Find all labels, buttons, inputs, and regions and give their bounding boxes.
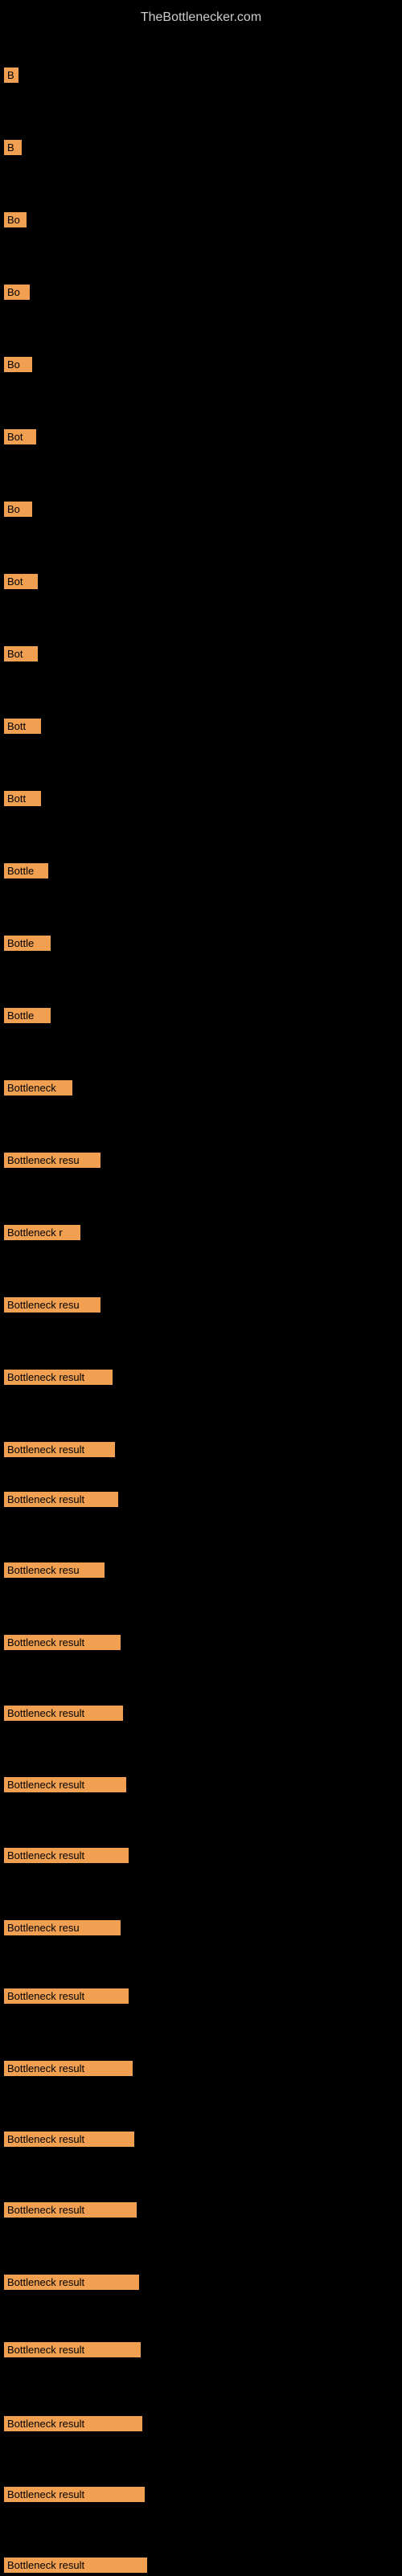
list-item: B	[4, 64, 18, 86]
bottleneck-label: Bottleneck result	[4, 2416, 142, 2431]
bottleneck-label: Bo	[4, 502, 32, 517]
bottleneck-label: Bottleneck result	[4, 1988, 129, 2004]
bottleneck-label: Bottleneck result	[4, 2487, 145, 2502]
bottleneck-label: Bo	[4, 212, 27, 227]
bottleneck-label: Bottleneck result	[4, 1848, 129, 1863]
list-item: Bottleneck result	[4, 1845, 129, 1866]
bottleneck-label: Bo	[4, 285, 30, 300]
list-item: Bottleneck result	[4, 2484, 145, 2505]
list-item: Bot	[4, 426, 36, 448]
bottleneck-label: Bottleneck result	[4, 2061, 133, 2076]
list-item: Bottleneck resu	[4, 1149, 100, 1171]
bottleneck-label: Bottleneck resu	[4, 1562, 105, 1578]
bottleneck-label: Bottleneck result	[4, 1442, 115, 1457]
list-item: Bo	[4, 281, 30, 303]
list-item: Bottleneck result	[4, 1489, 118, 1510]
list-item: Bo	[4, 498, 32, 520]
site-title: TheBottlenecker.com	[0, 4, 402, 31]
list-item: Bottleneck result	[4, 1774, 126, 1796]
list-item: Bottleneck result	[4, 2128, 134, 2150]
list-item: Bottleneck resu	[4, 1917, 121, 1939]
list-item: Bot	[4, 571, 38, 592]
list-item: Bottleneck r	[4, 1222, 80, 1243]
list-item: Bott	[4, 715, 41, 737]
bottleneck-label: Bottleneck	[4, 1080, 72, 1096]
bottleneck-label: Bottleneck result	[4, 1492, 118, 1507]
list-item: Bot	[4, 643, 38, 665]
bottleneck-label: Bottleneck result	[4, 2342, 141, 2357]
bottleneck-label: Bot	[4, 429, 36, 444]
list-item: Bottleneck result	[4, 1632, 121, 1653]
bottleneck-label: B	[4, 140, 22, 155]
list-item: Bottleneck result	[4, 1366, 113, 1388]
list-item: Bottleneck resu	[4, 1294, 100, 1316]
list-item: Bottleneck resu	[4, 1559, 105, 1581]
bottleneck-label: Bottleneck resu	[4, 1297, 100, 1313]
list-item: Bottleneck result	[4, 2339, 141, 2361]
list-item: Bottle	[4, 932, 51, 954]
list-item: Bo	[4, 209, 27, 231]
bottleneck-label: Bottleneck result	[4, 2275, 139, 2290]
bottleneck-label: Bo	[4, 357, 32, 372]
list-item: Bottle	[4, 860, 48, 882]
bottleneck-label: Bottleneck resu	[4, 1920, 121, 1935]
bottleneck-label: Bottleneck result	[4, 2202, 137, 2218]
bottleneck-label: Bottleneck result	[4, 2132, 134, 2147]
bottleneck-label: B	[4, 68, 18, 83]
bottleneck-label: Bottle	[4, 936, 51, 951]
bottleneck-label: Bot	[4, 646, 38, 661]
list-item: Bottleneck	[4, 1077, 72, 1099]
list-item: Bottleneck result	[4, 1439, 115, 1460]
bottleneck-label: Bottleneck resu	[4, 1153, 100, 1168]
bottleneck-label: Bottle	[4, 863, 48, 878]
list-item: Bo	[4, 354, 32, 375]
bottleneck-label: Bott	[4, 791, 41, 806]
list-item: Bottleneck result	[4, 2199, 137, 2221]
list-item: Bottleneck result	[4, 1985, 129, 2007]
list-item: B	[4, 137, 22, 158]
bottleneck-label: Bot	[4, 574, 38, 589]
bottleneck-label: Bottleneck result	[4, 1706, 123, 1721]
list-item: Bottleneck result	[4, 2413, 142, 2435]
list-item: Bottleneck result	[4, 2554, 147, 2576]
bottleneck-label: Bottleneck result	[4, 2558, 147, 2573]
bottleneck-label: Bottleneck result	[4, 1370, 113, 1385]
bottleneck-label: Bottle	[4, 1008, 51, 1023]
list-item: Bott	[4, 788, 41, 809]
bottleneck-label: Bottleneck result	[4, 1635, 121, 1650]
bottleneck-label: Bottleneck result	[4, 1777, 126, 1792]
bottleneck-label: Bottleneck r	[4, 1225, 80, 1240]
list-item: Bottleneck result	[4, 1702, 123, 1724]
list-item: Bottle	[4, 1005, 51, 1026]
bottleneck-label: Bott	[4, 719, 41, 734]
list-item: Bottleneck result	[4, 2058, 133, 2079]
list-item: Bottleneck result	[4, 2271, 139, 2293]
